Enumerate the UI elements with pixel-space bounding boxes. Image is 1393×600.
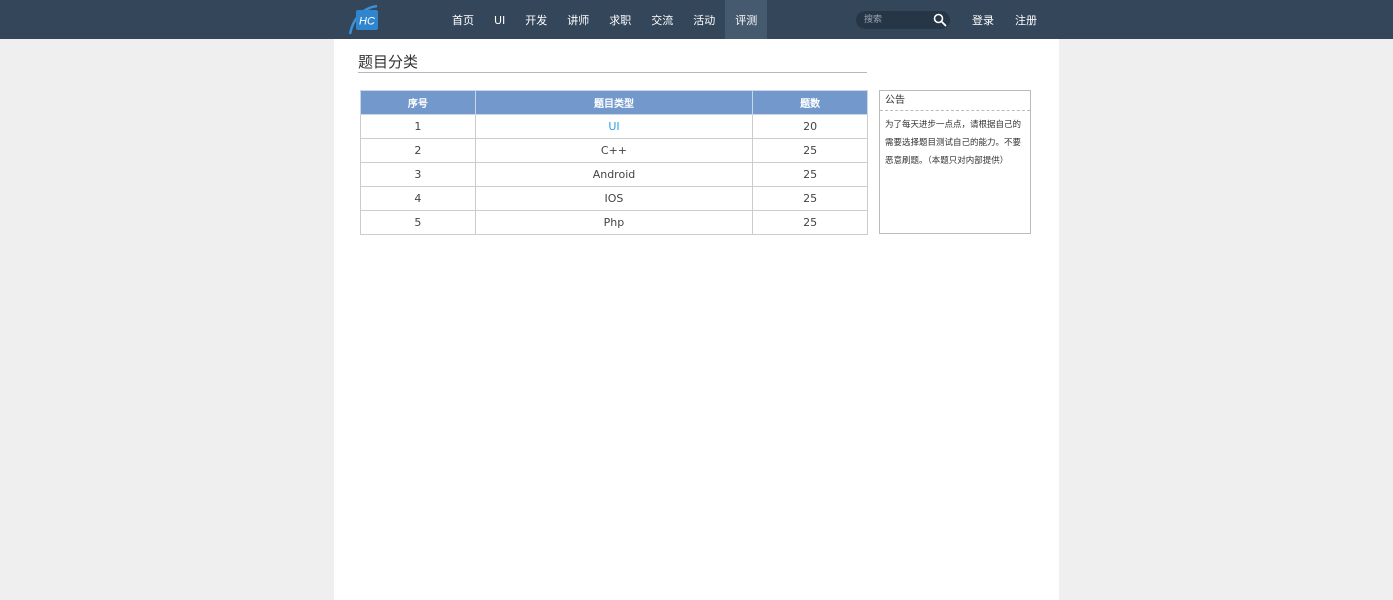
row-index: 1 <box>360 114 476 139</box>
nav-item-community[interactable]: 交流 <box>641 0 683 39</box>
search-box <box>856 11 950 29</box>
notice-title: 公告 <box>880 91 1030 111</box>
register-link[interactable]: 注册 <box>1015 0 1037 39</box>
top-navbar: HC 首页 UI 开发 讲师 求职 交流 活动 评测 登录 注册 <box>0 0 1393 39</box>
table-row: 5 Php 25 <box>360 210 868 235</box>
row-type[interactable]: Php <box>474 210 754 235</box>
table-row: 2 C++ 25 <box>360 138 868 163</box>
row-type[interactable]: C++ <box>474 138 754 163</box>
nav-item-ui[interactable]: UI <box>484 0 515 39</box>
nav-item-jobs[interactable]: 求职 <box>599 0 641 39</box>
nav-item-lecturers[interactable]: 讲师 <box>557 0 599 39</box>
title-divider <box>358 72 867 73</box>
notice-body: 为了每天进步一点点，请根据自己的需要选择题目测试自己的能力。不要恶意刷题。（本题… <box>885 120 1022 166</box>
row-count: 25 <box>752 138 868 163</box>
row-type[interactable]: IOS <box>474 186 754 211</box>
question-category-table: 序号 题目类型 题数 1 UI 20 2 C++ 25 3 Android 25 <box>360 90 868 235</box>
row-count: 20 <box>752 114 868 139</box>
row-index: 4 <box>360 186 476 211</box>
notice-box: 公告 为了每天进步一点点，请根据自己的需要选择题目测试自己的能力。不要恶意刷题。… <box>879 90 1031 234</box>
nav-item-home[interactable]: 首页 <box>442 0 484 39</box>
logo-text: HC <box>359 16 375 28</box>
table-row: 3 Android 25 <box>360 162 868 187</box>
row-count: 25 <box>752 162 868 187</box>
header-count: 题数 <box>752 90 868 115</box>
hc-logo-icon[interactable]: HC <box>347 4 381 36</box>
row-type[interactable]: Android <box>474 162 754 187</box>
nav-item-events[interactable]: 活动 <box>683 0 725 39</box>
login-link[interactable]: 登录 <box>972 0 994 39</box>
nav-item-development[interactable]: 开发 <box>515 0 557 39</box>
search-icon[interactable] <box>933 13 947 27</box>
search-input[interactable] <box>864 12 928 28</box>
row-index: 5 <box>360 210 476 235</box>
header-index: 序号 <box>360 90 476 115</box>
row-count: 25 <box>752 210 868 235</box>
row-index: 2 <box>360 138 476 163</box>
content-panel: 题目分类 序号 题目类型 题数 1 UI 20 2 C++ 25 3 Andro… <box>334 39 1059 600</box>
table-row: 1 UI 20 <box>360 114 868 139</box>
main-nav: 首页 UI 开发 讲师 求职 交流 活动 评测 <box>442 0 768 39</box>
header-type: 题目类型 <box>474 90 754 115</box>
nav-item-assessment[interactable]: 评测 <box>725 0 768 39</box>
table-header-row: 序号 题目类型 题数 <box>360 90 868 115</box>
row-type-link[interactable]: UI <box>474 114 754 139</box>
table-row: 4 IOS 25 <box>360 186 868 211</box>
row-index: 3 <box>360 162 476 187</box>
row-count: 25 <box>752 186 868 211</box>
page-title: 题目分类 <box>358 53 419 71</box>
